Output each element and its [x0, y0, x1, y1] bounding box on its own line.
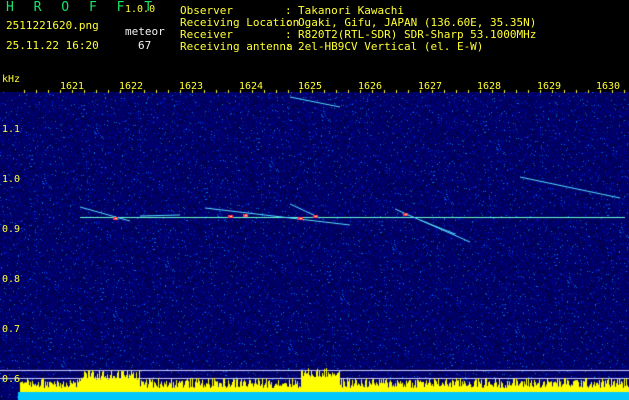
- spectrogram-canvas[interactable]: [0, 80, 629, 400]
- date-time: 25.11.22 16:20: [6, 39, 99, 52]
- meteor-count: 67: [138, 39, 152, 52]
- app-version: 1.0.0: [125, 4, 156, 15]
- hrofft-window: H R O F F T 1.0.0 2511221620.png 25.11.2…: [0, 0, 629, 400]
- frequency-unit-label: kHz: [2, 74, 21, 85]
- antenna-colon: :: [285, 40, 292, 53]
- file-name: 2511221620.png: [6, 19, 99, 32]
- spectrogram-panel[interactable]: [0, 80, 629, 400]
- antenna-value: 2el-HB9CV Vertical (el. E-W): [298, 40, 484, 53]
- meteor-label: meteor: [125, 25, 165, 38]
- antenna-label: Receiving antenna: [180, 40, 293, 53]
